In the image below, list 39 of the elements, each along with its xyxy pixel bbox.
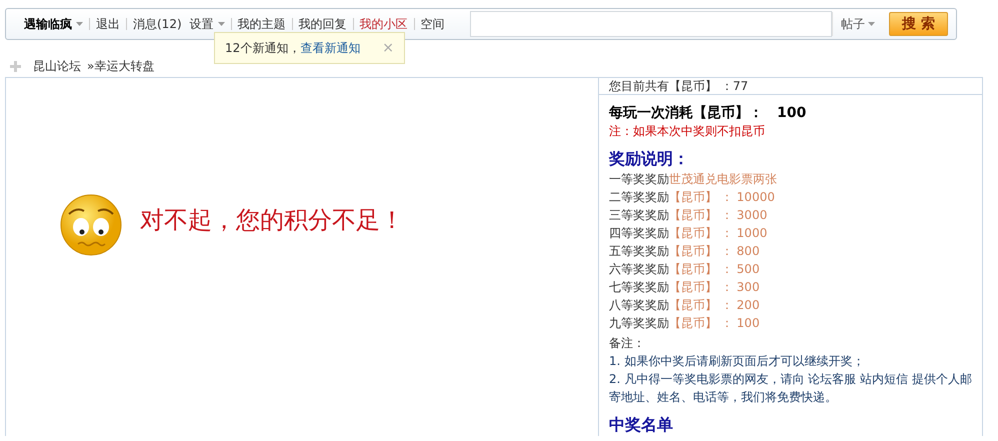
reward-line: 七等奖奖励【昆币】 ： 300 [609, 279, 761, 296]
nav-link[interactable]: 设置 [190, 16, 225, 32]
nav-link[interactable]: 空间 [420, 16, 445, 32]
scope-dropdown[interactable]: 帖子 [832, 12, 881, 36]
section-heading: 中奖名单 [609, 416, 674, 434]
plus-icon[interactable] [10, 60, 21, 72]
breadcrumb-current[interactable]: »幸运大转盘 [87, 58, 154, 74]
nav-link[interactable]: 退出 [96, 16, 120, 32]
caret-icon [218, 22, 225, 26]
reward-line: 四等奖奖励【昆币】 ： 1000 [609, 225, 768, 242]
cost-label: 每玩一次消耗【昆币】： [609, 104, 764, 122]
remark-text: 1. 如果你中奖后请刷新页面后才可以继续开奖； [609, 353, 866, 370]
balance-text: 您目前共有【昆币】 ：77 [599, 78, 982, 95]
reward-line: 一等奖奖励世茂通兑电影票两张 [609, 171, 778, 188]
section-heading: 奖励说明： [609, 150, 690, 168]
remark-text: 2. 凡中得一等奖电影票的网友，请向 论坛客服 站内短信 提供个人邮寄地址、姓名、电话等，我们将免费快递。 [609, 371, 972, 406]
caret-icon [76, 22, 83, 26]
user-menu[interactable]: 遇输临疯 [24, 16, 83, 32]
reward-line: 六等奖奖励【昆币】 ： 500 [609, 261, 761, 278]
reward-line: 九等奖奖励【昆币】 ： 100 [609, 315, 761, 332]
reward-line: 八等奖奖励【昆币】 ： 200 [609, 297, 761, 314]
notification-text: 12个新通知， [225, 40, 300, 54]
nav-link[interactable]: 消息(12) [133, 16, 182, 32]
worried-face-icon [60, 194, 122, 256]
notification-link[interactable]: 查看新通知 [300, 40, 360, 54]
search-field[interactable] [470, 11, 832, 37]
note-text: 注：如果本次中奖则不扣昆币 [609, 123, 766, 140]
nav-link[interactable]: 我的小区 [360, 16, 408, 32]
cost-value: 100 [777, 104, 806, 122]
error-message: 对不起，您的积分不足！ [140, 205, 404, 236]
caret-icon [868, 22, 875, 26]
nav-link[interactable]: 我的回复 [298, 16, 347, 32]
reward-line: 五等奖奖励【昆币】 ： 800 [609, 243, 761, 260]
breadcrumb-link[interactable]: 昆山论坛 [33, 58, 81, 74]
reward-line: 二等奖奖励【昆币】 ： 10000 [609, 189, 776, 206]
remarks-label: 备注： [609, 335, 646, 352]
reward-line: 三等奖奖励【昆币】 ： 3000 [609, 207, 768, 224]
nav-link[interactable]: 我的主题 [238, 16, 286, 32]
search-button[interactable]: 搜 索 [889, 12, 948, 36]
